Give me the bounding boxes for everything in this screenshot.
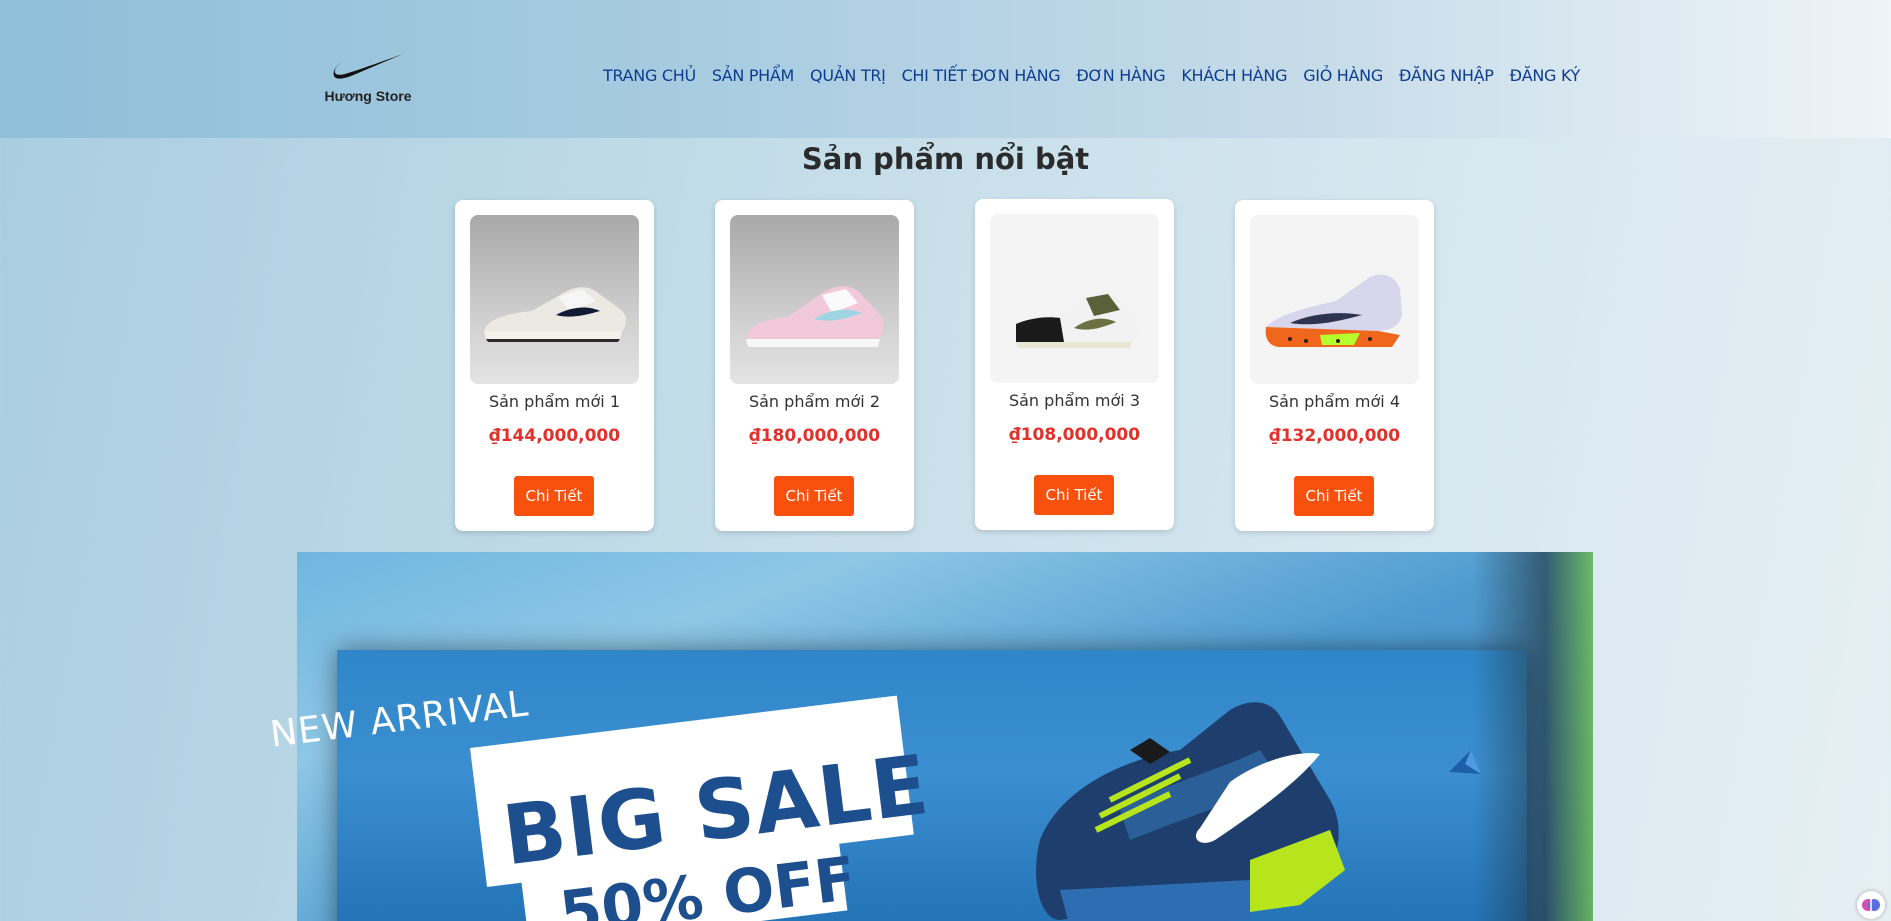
- nav-home[interactable]: TRANG CHỦ: [603, 66, 696, 85]
- product-price: ₫144,000,000: [488, 426, 621, 446]
- product-image[interactable]: [1250, 215, 1419, 384]
- brain-icon[interactable]: [1857, 891, 1885, 919]
- product-image[interactable]: [730, 215, 899, 384]
- banner-shoe-image: [1036, 702, 1345, 921]
- nav-admin[interactable]: QUẢN TRỊ: [810, 66, 886, 85]
- product-name: Sản phẩm mới 4: [1268, 392, 1401, 411]
- nav-customers[interactable]: KHÁCH HÀNG: [1181, 66, 1287, 85]
- brand-name: Hương Store: [324, 88, 412, 104]
- product-card: Sản phẩm mới 2 ₫180,000,000 Chi Tiết: [715, 200, 914, 531]
- product-card: Sản phẩm mới 3 ₫108,000,000 Chi Tiết: [975, 199, 1174, 530]
- detail-button[interactable]: Chi Tiết: [774, 476, 854, 516]
- detail-button[interactable]: Chi Tiết: [514, 476, 594, 516]
- swoosh-icon: [333, 54, 403, 79]
- product-card: Sản phẩm mới 4 ₫132,000,000 Chi Tiết: [1235, 200, 1434, 531]
- main-nav: TRANG CHỦ SẢN PHẨM QUẢN TRỊ CHI TIẾT ĐƠN…: [603, 66, 1596, 85]
- nav-register[interactable]: ĐĂNG KÝ: [1510, 66, 1581, 85]
- product-price: ₫180,000,000: [748, 426, 881, 446]
- nav-products[interactable]: SẢN PHẨM: [712, 66, 794, 85]
- product-card: Sản phẩm mới 1 ₫144,000,000 Chi Tiết: [455, 200, 654, 531]
- nav-order-details[interactable]: CHI TIẾT ĐƠN HÀNG: [902, 66, 1061, 85]
- product-name: Sản phẩm mới 1: [488, 392, 621, 411]
- triangle-icon: [1449, 750, 1481, 774]
- site-header: Hương Store TRANG CHỦ SẢN PHẨM QUẢN TRỊ …: [0, 0, 1891, 138]
- store-logo[interactable]: Hương Store: [318, 52, 418, 104]
- product-name: Sản phẩm mới 3: [1008, 391, 1141, 410]
- nav-cart[interactable]: GIỎ HÀNG: [1303, 66, 1383, 85]
- product-image[interactable]: [470, 215, 639, 384]
- product-image[interactable]: [990, 214, 1159, 383]
- product-name: Sản phẩm mới 2: [748, 392, 881, 411]
- detail-button[interactable]: Chi Tiết: [1294, 476, 1374, 516]
- nav-orders[interactable]: ĐƠN HÀNG: [1076, 66, 1165, 85]
- product-price: ₫108,000,000: [1008, 425, 1141, 445]
- featured-title: Sản phẩm nổi bật: [801, 142, 1090, 176]
- product-price: ₫132,000,000: [1268, 426, 1401, 446]
- nav-login[interactable]: ĐĂNG NHẬP: [1399, 66, 1494, 85]
- detail-button[interactable]: Chi Tiết: [1034, 475, 1114, 515]
